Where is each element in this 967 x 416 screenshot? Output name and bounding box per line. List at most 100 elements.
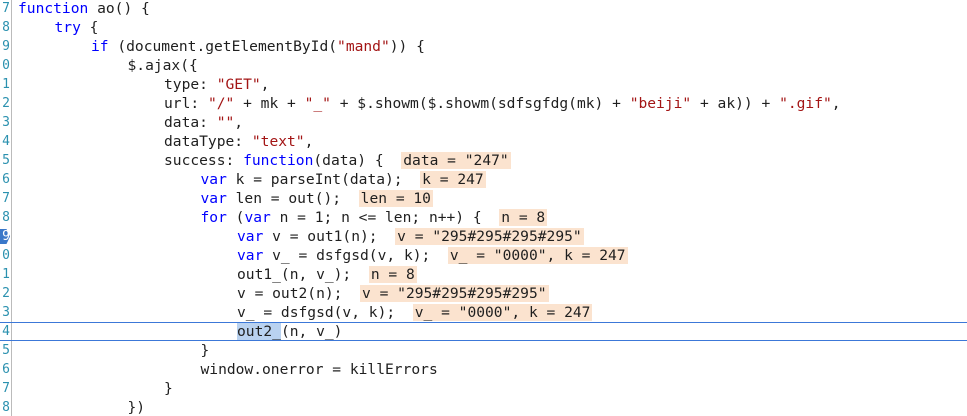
code-token: n = 1; n <= len; n++) { bbox=[270, 209, 482, 226]
code-token: function bbox=[243, 152, 314, 169]
code-text: dataType: "text", bbox=[164, 132, 313, 151]
code-line[interactable]: 8 try { bbox=[0, 18, 967, 37]
code-text: var v_ = dsfgsd(v, k); v_ = "0000", k = … bbox=[237, 246, 628, 265]
code-token: } bbox=[200, 342, 210, 359]
line-number[interactable]: 0 bbox=[0, 246, 10, 265]
code-line[interactable]: 2 v = out2(n); v = "295#295#295#295" bbox=[0, 284, 967, 303]
code-token: "/" bbox=[207, 95, 235, 112]
code-text: out1_(n, v_); n = 8 bbox=[237, 265, 417, 284]
code-text: try { bbox=[55, 18, 99, 37]
code-token: + $.showm($.showm(sdfsgfdg(mk) + bbox=[330, 95, 630, 112]
code-line[interactable]: 3 data: "", bbox=[0, 113, 967, 132]
code-line[interactable]: 2 url: "/" + mk + "_" + $.showm($.showm(s… bbox=[0, 94, 967, 113]
line-number[interactable]: 0 bbox=[0, 56, 10, 75]
code-token: "_" bbox=[304, 95, 331, 112]
code-line[interactable]: 9 if (document.getElementById("mand")) { bbox=[0, 37, 967, 56]
code-token: "beiji" bbox=[629, 95, 692, 112]
code-line[interactable]: 8}) bbox=[0, 398, 967, 416]
code-text: for (var n = 1; n <= len; n++) { n = 8 bbox=[201, 208, 548, 227]
code-token: , bbox=[304, 133, 314, 150]
code-text: } bbox=[201, 341, 210, 360]
code-token: "mand" bbox=[337, 38, 390, 55]
code-token: function bbox=[18, 0, 89, 17]
code-line[interactable]: 1 type: "GET", bbox=[0, 75, 967, 94]
code-token: "GET" bbox=[216, 76, 261, 93]
code-text: } bbox=[164, 379, 173, 398]
line-number[interactable]: 7 bbox=[0, 189, 10, 208]
code-token: window.onerror = killErrors bbox=[200, 361, 438, 378]
line-number[interactable]: 8 bbox=[0, 18, 10, 37]
code-line[interactable]: 0 $.ajax({ bbox=[0, 56, 967, 75]
code-line[interactable]: 9 var v = out1(n); v = "295#295#295#295" bbox=[0, 227, 967, 246]
code-text: function ao() { bbox=[18, 0, 150, 18]
code-token: $.ajax({ bbox=[127, 57, 198, 74]
code-text: out2_(n, v_) bbox=[237, 322, 342, 341]
inline-debug-value: n = 8 bbox=[499, 209, 548, 226]
code-token: k = parseInt(data); bbox=[226, 171, 403, 188]
line-number[interactable]: 4 bbox=[0, 132, 10, 151]
inline-debug-value: data = "247" bbox=[401, 152, 511, 169]
code-line[interactable]: 1 out1_(n, v_); n = 8 bbox=[0, 265, 967, 284]
line-number[interactable]: 8 bbox=[0, 208, 10, 227]
code-line[interactable]: 5 success: function(data) { data = "247" bbox=[0, 151, 967, 170]
code-token: var bbox=[200, 171, 227, 188]
code-token: "" bbox=[216, 114, 235, 131]
code-line[interactable]: 7 function ao() { bbox=[0, 0, 967, 18]
code-line[interactable]: 6 var k = parseInt(data); k = 247 bbox=[0, 170, 967, 189]
line-number[interactable]: 9 bbox=[0, 227, 10, 246]
code-token: data: bbox=[164, 114, 217, 131]
line-number[interactable]: 1 bbox=[0, 265, 10, 284]
code-token: type: bbox=[164, 76, 217, 93]
code-token: for bbox=[200, 209, 227, 226]
line-number[interactable]: 5 bbox=[0, 151, 10, 170]
line-number[interactable]: 1 bbox=[0, 75, 10, 94]
code-text: }) bbox=[128, 398, 146, 416]
code-text: v_ = dsfgsd(v, k); v_ = "0000", k = 247 bbox=[237, 303, 593, 322]
line-number[interactable]: 8 bbox=[0, 398, 10, 416]
code-line[interactable]: 7} bbox=[0, 379, 967, 398]
line-number[interactable]: 7 bbox=[0, 0, 10, 18]
line-number[interactable]: 2 bbox=[0, 284, 10, 303]
code-token: if bbox=[91, 38, 109, 55]
code-text: if (document.getElementById("mand")) { bbox=[91, 37, 425, 56]
line-number[interactable]: 6 bbox=[0, 170, 10, 189]
current-execution-line[interactable]: 4 out2_(n, v_) bbox=[0, 322, 967, 341]
code-token: ( bbox=[226, 209, 245, 226]
code-editor[interactable]: 7 function ao() { 8 try { 9 if (document.getE… bbox=[0, 0, 967, 416]
line-number[interactable]: 4 bbox=[0, 322, 10, 341]
code-token: var bbox=[244, 209, 271, 226]
code-token: var bbox=[237, 228, 264, 245]
code-line[interactable]: 6 window.onerror = killErrors bbox=[0, 360, 967, 379]
line-number[interactable]: 3 bbox=[0, 303, 10, 322]
code-text: var len = out(); len = 10 bbox=[201, 189, 433, 208]
line-number[interactable]: 9 bbox=[0, 37, 10, 56]
line-number[interactable]: 2 bbox=[0, 94, 10, 113]
code-text: success: function(data) { data = "247" bbox=[164, 151, 511, 170]
code-line[interactable]: 3 v_ = dsfgsd(v, k); v_ = "0000", k = 247 bbox=[0, 303, 967, 322]
code-token: v_ = dsfgsd(v, k); bbox=[263, 247, 431, 264]
code-text: type: "GET", bbox=[164, 75, 269, 94]
line-number[interactable]: 7 bbox=[0, 379, 10, 398]
inline-debug-value: v_ = "0000", k = 247 bbox=[447, 247, 628, 264]
code-token: { bbox=[80, 19, 99, 36]
code-token: ao() { bbox=[88, 0, 150, 17]
code-text: var v = out1(n); v = "295#295#295#295" bbox=[237, 227, 584, 246]
code-token: (document.getElementById( bbox=[108, 38, 338, 55]
inline-debug-value: v = "295#295#295#295" bbox=[360, 285, 549, 302]
code-token: } bbox=[164, 380, 173, 397]
code-text: var k = parseInt(data); k = 247 bbox=[201, 170, 486, 189]
code-line[interactable]: 5} bbox=[0, 341, 967, 360]
code-line[interactable]: 7 var len = out(); len = 10 bbox=[0, 189, 967, 208]
code-line[interactable]: 4 dataType: "text", bbox=[0, 132, 967, 151]
code-token: , bbox=[831, 95, 841, 112]
inline-debug-value: k = 247 bbox=[420, 171, 486, 188]
code-token: dataType: bbox=[164, 133, 252, 150]
line-number[interactable]: 5 bbox=[0, 341, 10, 360]
line-number[interactable]: 6 bbox=[0, 360, 10, 379]
code-line[interactable]: 8 for (var n = 1; n <= len; n++) { n = 8 bbox=[0, 208, 967, 227]
line-number[interactable]: 3 bbox=[0, 113, 10, 132]
code-token: (data) { bbox=[313, 152, 384, 169]
code-token: }) bbox=[127, 399, 146, 416]
code-line[interactable]: 0 var v_ = dsfgsd(v, k); v_ = "0000", k =… bbox=[0, 246, 967, 265]
code-token: )) { bbox=[389, 38, 425, 55]
